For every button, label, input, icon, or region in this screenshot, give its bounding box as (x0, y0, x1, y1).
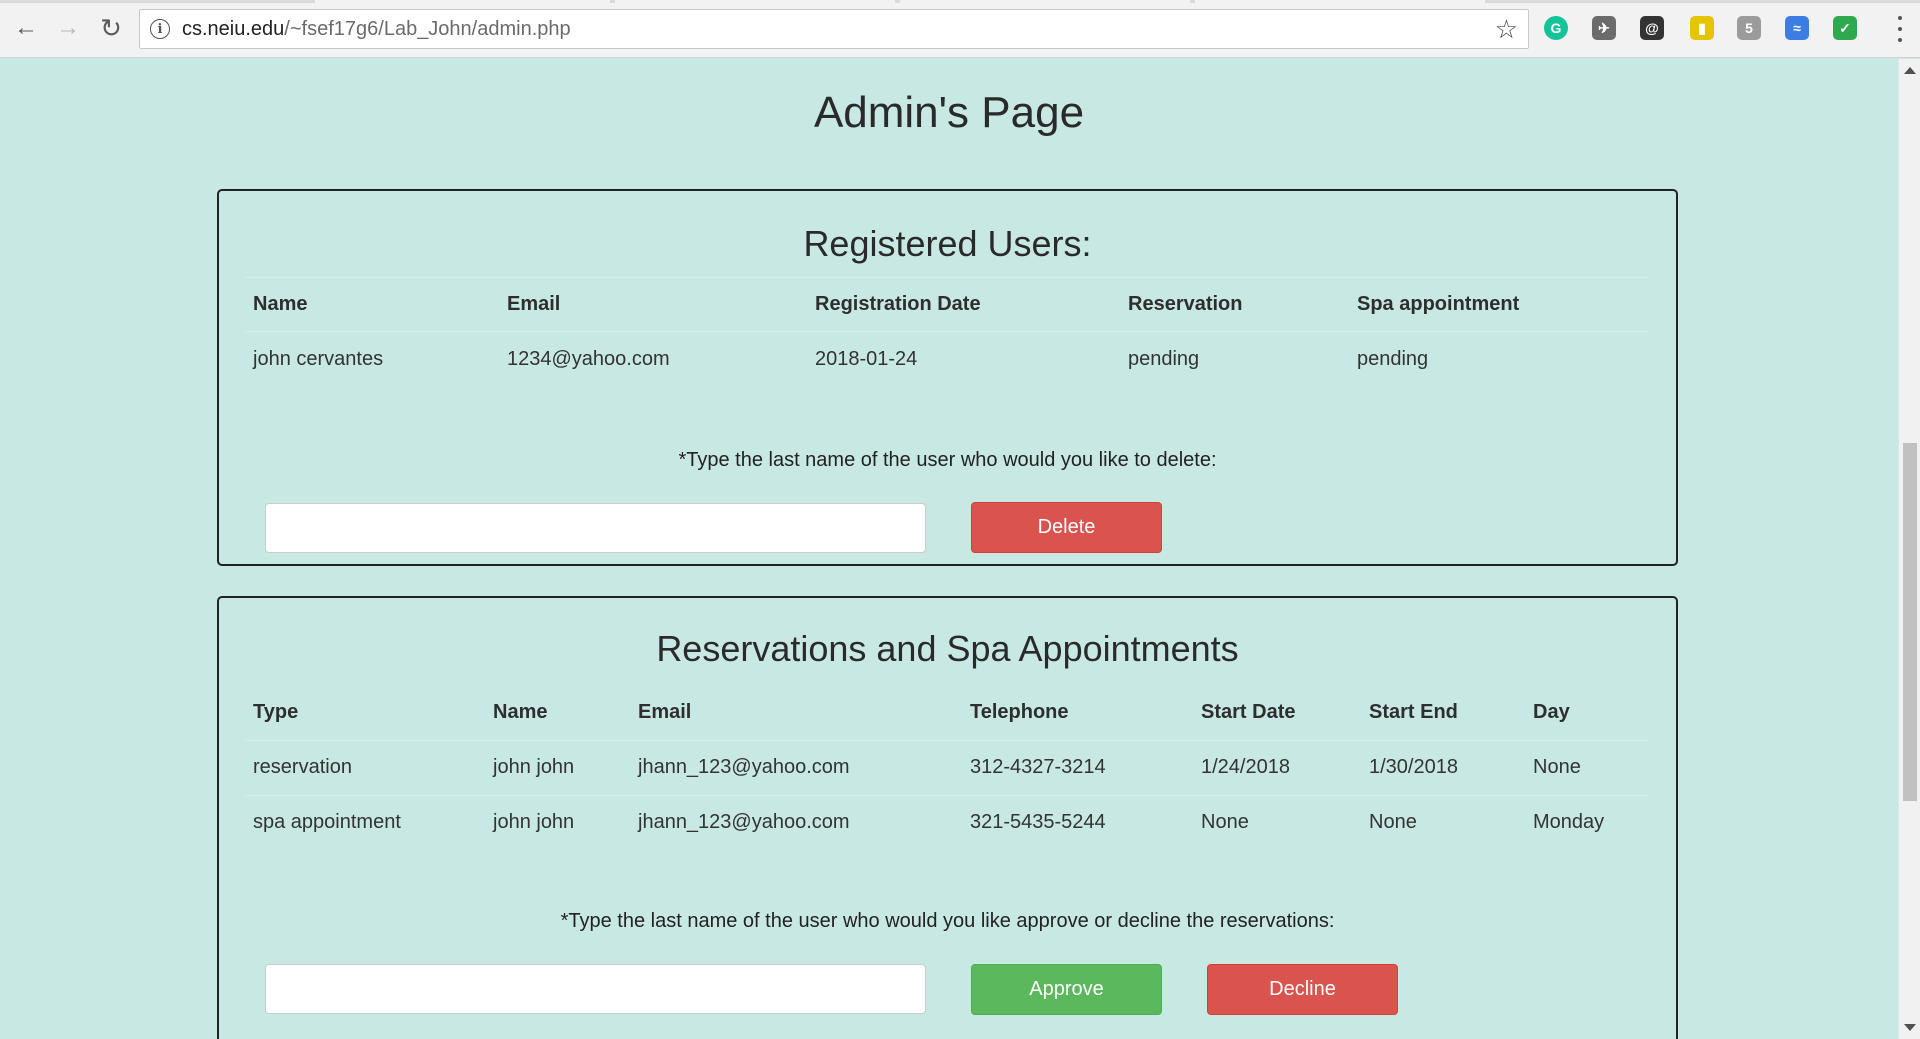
delete-prompt: *Type the last name of the user who woul… (678, 449, 1217, 471)
cell-name: john john (493, 756, 575, 778)
column-header: Start Date (1201, 701, 1296, 724)
reservations-panel: Reservations and Spa Appointments Type N… (217, 596, 1678, 1039)
decline-button[interactable]: Decline (1207, 964, 1398, 1015)
grammarly-icon[interactable]: G (1544, 16, 1568, 40)
scrollbar-thumb[interactable] (1903, 443, 1917, 801)
column-header: Registration Date (815, 293, 981, 315)
cell-email: 1234@yahoo.com (507, 347, 670, 370)
page-scrollbar[interactable] (1898, 59, 1920, 1039)
cell-reservation: pending (1128, 347, 1200, 370)
privacy-extension-icon[interactable]: @ (1640, 16, 1664, 40)
forward-button[interactable]: → (52, 12, 84, 44)
site-info-icon[interactable]: i (150, 19, 170, 39)
registered-users-table: Name Email Registration Date Reservation… (245, 277, 1649, 387)
cell-name: john john (493, 811, 575, 834)
html5-extension-icon[interactable]: 5 (1737, 16, 1761, 40)
browser-toolbar: ← → ↻ i cs.neiu.edu/~fsef17g6/Lab_John/a… (0, 0, 1920, 58)
page-title: Admin's Page (813, 88, 1085, 137)
ebay-extension-icon[interactable]: ▮ (1690, 16, 1714, 40)
address-bar[interactable]: i cs.neiu.edu/~fsef17g6/Lab_John/admin.p… (139, 9, 1529, 49)
cell-type: spa appointment (253, 811, 401, 834)
cell-name: john cervantes (253, 347, 384, 370)
cell-type: reservation (253, 756, 352, 778)
bookmark-star-icon[interactable]: ☆ (1495, 14, 1518, 45)
tab-strip (0, 0, 1920, 3)
scroll-down-arrow[interactable] (1904, 1024, 1916, 1031)
url-domain: cs.neiu.edu (182, 17, 285, 40)
registered-users-title: Registered Users: (803, 223, 1092, 264)
column-header: Name (493, 701, 548, 724)
table-row: reservation john john jhann_123@yahoo.co… (245, 740, 1649, 795)
cell-start-end: None (1369, 811, 1417, 834)
extension-badge-icon[interactable]: ✈ (1592, 16, 1616, 40)
column-header: Telephone (970, 701, 1069, 724)
column-header: Day (1533, 701, 1570, 724)
column-header: Spa appointment (1357, 293, 1520, 315)
registered-users-panel: Registered Users: Name Email Registratio… (217, 189, 1678, 566)
table-row: spa appointment john john jhann_123@yaho… (245, 795, 1649, 850)
cell-start-date: 1/24/2018 (1201, 756, 1290, 778)
url-path: /~fsef17g6/Lab_John/admin.php (284, 17, 571, 40)
cell-email: jhann_123@yahoo.com (638, 811, 850, 834)
sync-extension-icon[interactable]: ≈ (1785, 16, 1809, 40)
column-header: Start End (1369, 701, 1458, 724)
browser-menu-icon[interactable] (1896, 16, 1904, 42)
cell-start-end: 1/30/2018 (1369, 756, 1458, 778)
column-header: Name (253, 293, 308, 315)
reservations-title: Reservations and Spa Appointments (656, 628, 1239, 669)
cell-registration-date: 2018-01-24 (815, 347, 918, 370)
reload-button[interactable]: ↻ (95, 12, 127, 44)
cell-spa-appointment: pending (1357, 347, 1429, 370)
approve-button[interactable]: Approve (971, 964, 1162, 1015)
cell-telephone: 321-5435-5244 (970, 811, 1106, 834)
column-header: Reservation (1128, 293, 1243, 315)
cell-start-date: None (1201, 811, 1249, 834)
approve-decline-prompt: *Type the last name of the user who woul… (560, 910, 1335, 932)
cell-day: Monday (1533, 811, 1605, 834)
column-header: Email (638, 701, 692, 724)
table-header-row: Type Name Email Telephone Start Date Sta… (245, 686, 1649, 740)
table-header-row: Name Email Registration Date Reservation… (245, 278, 1649, 332)
shield-extension-icon[interactable]: ✓ (1833, 16, 1857, 40)
cell-telephone: 312-4327-3214 (970, 756, 1106, 778)
delete-lastname-input[interactable] (265, 503, 926, 553)
cell-day: None (1533, 756, 1581, 778)
url-text[interactable]: cs.neiu.edu/~fsef17g6/Lab_John/admin.php (182, 18, 1495, 41)
scroll-up-arrow[interactable] (1904, 67, 1916, 74)
column-header: Type (253, 701, 299, 724)
cell-email: jhann_123@yahoo.com (638, 756, 850, 778)
reservations-table: Type Name Email Telephone Start Date Sta… (245, 686, 1649, 850)
table-row: john cervantes 1234@yahoo.com 2018-01-24… (245, 331, 1649, 387)
delete-button[interactable]: Delete (971, 502, 1162, 553)
column-header: Email (507, 293, 561, 315)
back-button[interactable]: ← (10, 12, 42, 44)
approve-lastname-input[interactable] (265, 964, 926, 1014)
